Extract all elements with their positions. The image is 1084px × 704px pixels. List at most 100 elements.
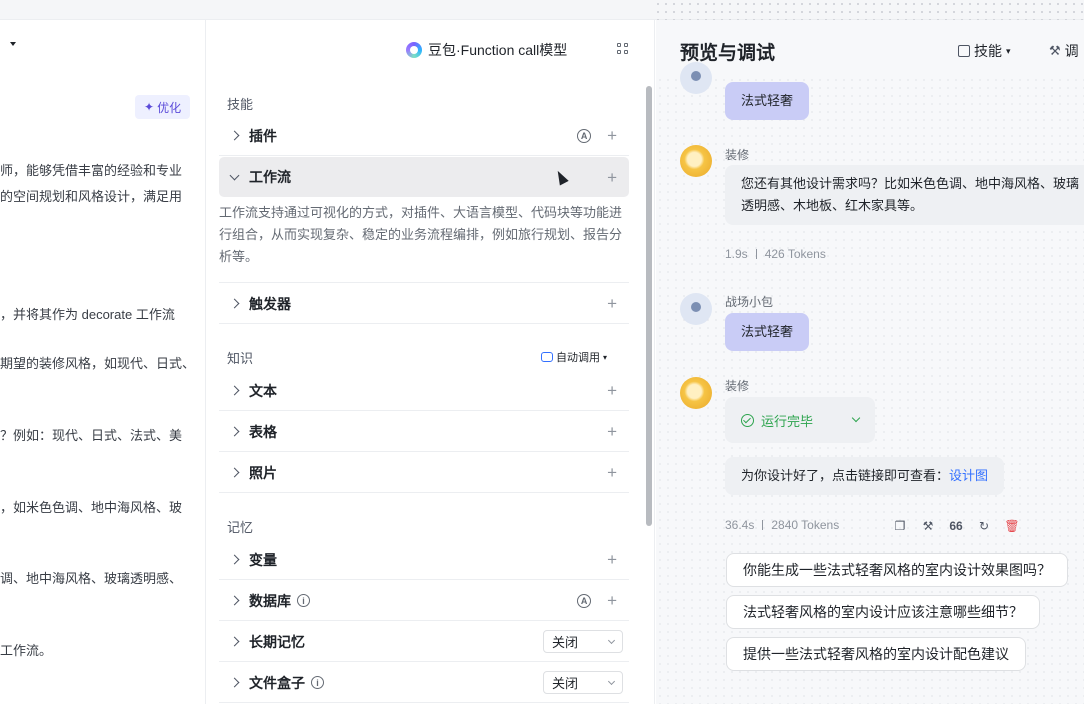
memory-row-long-term[interactable]: 长期记忆 关闭: [219, 622, 629, 662]
prompt-text-line: ，如米色色调、地中海风格、玻: [0, 500, 183, 515]
knowledge-row-text[interactable]: 文本 +: [219, 371, 629, 411]
auto-call-selector[interactable]: 自动调用 ▾: [540, 349, 607, 365]
info-icon[interactable]: i: [311, 676, 324, 689]
prompt-text-line: ，并将其作为 decorate 工作流: [0, 307, 175, 322]
delete-icon[interactable]: 🗑: [1004, 519, 1019, 533]
prompt-text-line: 期望的装修风格，如现代、日式、: [0, 356, 196, 371]
wrench-icon[interactable]: ⚒: [921, 519, 935, 533]
skill-menu[interactable]: 技能 ▾: [958, 41, 1011, 61]
add-icon[interactable]: +: [607, 464, 617, 481]
caret-down-icon: ▾: [602, 352, 607, 362]
debug-menu-label: 调: [1064, 43, 1079, 59]
top-strip: [0, 0, 1084, 20]
sparkle-icon: ✦: [144, 100, 155, 114]
select-value: 关闭: [552, 635, 579, 650]
preview-title: 预览与调试: [680, 43, 776, 64]
chevron-right-icon: [219, 469, 249, 476]
prompt-text-line: 师，能够凭借丰富的经验和专业: [0, 163, 183, 178]
bot-avatar: [680, 145, 712, 177]
skills-panel: 豆包·Function call模型 技能 插件 A + 工作流 + 工作流支持…: [206, 20, 655, 704]
user-avatar: [680, 293, 712, 325]
wrench-icon: ⚒: [1049, 43, 1061, 58]
chevron-right-icon: [219, 387, 249, 394]
suggestion-button[interactable]: 你能生成一些法式轻奢风格的室内设计效果图吗？: [726, 553, 1068, 587]
chevron-right-icon: [219, 132, 249, 139]
copy-icon[interactable]: ❐: [893, 519, 907, 533]
debug-menu[interactable]: ⚒ 调: [1049, 41, 1079, 61]
add-icon[interactable]: +: [607, 127, 617, 144]
message-actions: ❐ ⚒ 66 ↻ 🗑: [893, 519, 1020, 533]
auto-badge-icon: A: [577, 128, 592, 143]
add-icon[interactable]: +: [607, 592, 617, 609]
memory-row-database[interactable]: 数据库 i A +: [219, 581, 629, 621]
user-message: 法式轻奢: [725, 82, 810, 120]
response-time: 36.4s: [725, 518, 755, 532]
model-selector[interactable]: 豆包·Function call模型: [406, 40, 567, 60]
knowledge-row-photo[interactable]: 照片 +: [219, 453, 629, 493]
optimize-button[interactable]: ✦ 优化: [135, 95, 191, 119]
add-icon[interactable]: +: [607, 423, 617, 440]
chevron-down-icon: ▾: [1006, 45, 1011, 56]
prompt-text-line: 调、地中海风格、玻璃透明感、: [0, 571, 183, 586]
doubao-logo-icon: [406, 42, 422, 58]
preview-header: 预览与调试 技能 ▾ ⚒ 调: [656, 20, 1084, 78]
chevron-down-icon[interactable]: [10, 42, 16, 46]
skill-row-workflow[interactable]: 工作流 +: [219, 157, 629, 197]
prompt-text-line: ？例如：现代、日式、法式、美: [0, 428, 183, 443]
skill-row-plugin[interactable]: 插件 A +: [219, 116, 629, 156]
row-label: 照片: [249, 464, 277, 481]
scrollbar[interactable]: [646, 86, 652, 526]
memory-row-variable[interactable]: 变量 +: [219, 540, 629, 580]
memory-row-file-box[interactable]: 文件盒子 i 关闭: [219, 663, 629, 703]
message-meta: 36.4s 2840 Tokens: [725, 518, 839, 532]
layout-grid-icon[interactable]: [617, 43, 629, 55]
bot-avatar: [680, 377, 712, 409]
add-icon[interactable]: +: [607, 169, 617, 186]
section-title-memory: 记忆: [227, 520, 254, 535]
response-time: 1.9s: [725, 247, 748, 261]
add-icon[interactable]: +: [607, 382, 617, 399]
skill-row-trigger[interactable]: 触发器 +: [219, 284, 629, 324]
chevron-right-icon: [219, 556, 249, 563]
row-label: 表格: [249, 423, 277, 440]
token-count: 2840 Tokens: [771, 518, 840, 532]
row-label: 触发器: [249, 295, 291, 312]
file-box-select[interactable]: 关闭: [543, 671, 623, 694]
user-name: 战场小包: [725, 295, 774, 309]
optimize-label: 优化: [157, 100, 182, 115]
refresh-icon[interactable]: ↻: [977, 519, 991, 533]
long-memory-select[interactable]: 关闭: [543, 630, 623, 653]
knowledge-row-table[interactable]: 表格 +: [219, 412, 629, 452]
bot-message: 为你设计好了，点击链接即可查看：设计图: [725, 457, 1005, 495]
suggestion-button[interactable]: 法式轻奢风格的室内设计应该注意哪些细节？: [726, 595, 1040, 629]
add-icon[interactable]: +: [607, 295, 617, 312]
design-link[interactable]: 设计图: [949, 468, 988, 483]
section-title-knowledge: 知识: [227, 351, 254, 366]
row-label: 变量: [249, 551, 277, 568]
auto-badge-icon: A: [577, 593, 592, 608]
row-label: 插件: [249, 127, 277, 144]
select-value: 关闭: [552, 676, 579, 691]
bot-message: 您还有其他设计需求吗？比如米色色调、地中海风格、玻璃透明感、木地板、红木家具等。: [725, 165, 1084, 225]
check-circle-icon: [741, 413, 754, 427]
prompt-text-line: 的空间规划和风格设计，满足用: [0, 189, 183, 204]
suggestion-button[interactable]: 提供一些法式轻奢风格的室内设计配色建议: [726, 637, 1026, 671]
add-icon[interactable]: +: [607, 551, 617, 568]
model-name: 豆包·Function call模型: [428, 42, 568, 58]
chevron-right-icon: [219, 679, 249, 686]
user-message: 法式轻奢: [725, 313, 810, 351]
chevron-right-icon: [219, 300, 249, 307]
row-label: 长期记忆: [249, 633, 305, 650]
chevron-down-icon: [219, 176, 249, 179]
row-label: 数据库: [249, 592, 291, 609]
bot-name: 装修: [725, 148, 750, 162]
message-meta: 1.9s 426 Tokens: [725, 247, 826, 261]
info-icon[interactable]: i: [297, 594, 310, 607]
chevron-right-icon: [219, 428, 249, 435]
run-status-toggle[interactable]: 运行完毕: [725, 397, 875, 443]
divider: [219, 282, 629, 283]
chevron-down-icon: [607, 636, 616, 644]
quote-icon[interactable]: 66: [949, 519, 963, 533]
chevron-down-icon: [851, 413, 861, 423]
row-label: 工作流: [249, 169, 291, 185]
